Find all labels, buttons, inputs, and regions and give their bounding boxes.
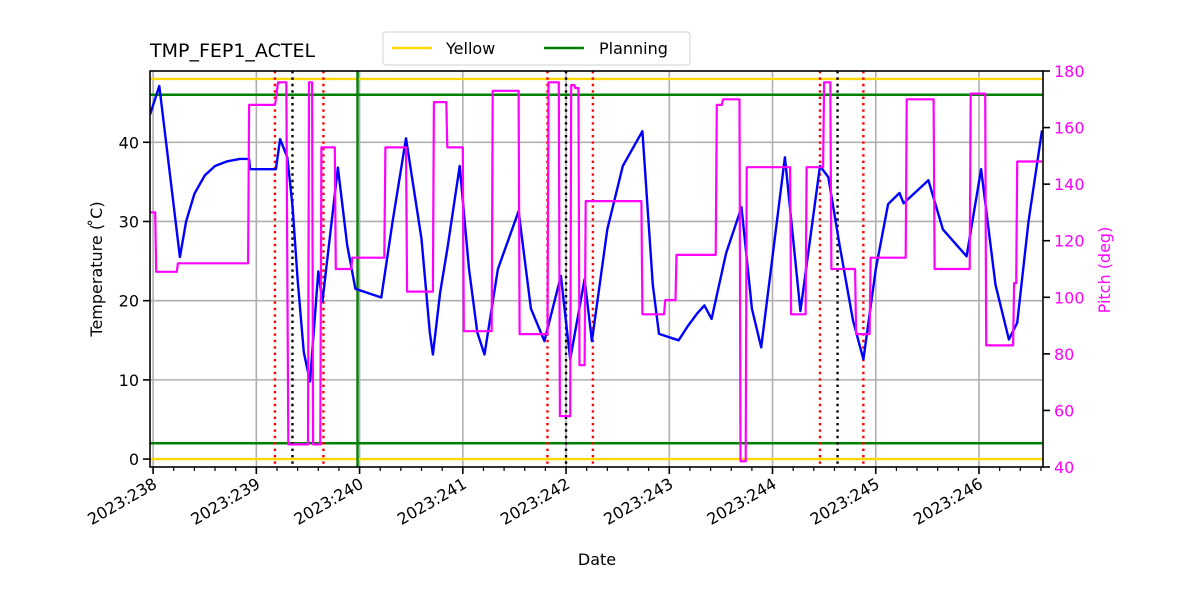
x-tick-label: 2023:238 bbox=[84, 474, 160, 529]
limit-lines bbox=[150, 77, 1043, 461]
x-tick-label: 2023:245 bbox=[807, 474, 883, 529]
y-tick-label: 20 bbox=[119, 292, 139, 311]
y2-tick-label: 80 bbox=[1054, 345, 1074, 364]
grid bbox=[150, 71, 1043, 467]
pitch-line bbox=[150, 81, 1042, 463]
y2-tick-label: 100 bbox=[1054, 288, 1085, 307]
y-tick-label: 0 bbox=[129, 450, 139, 469]
x-tick-label: 2023:243 bbox=[600, 474, 676, 529]
y2-tick-label: 60 bbox=[1054, 401, 1074, 420]
y-tick-label: 30 bbox=[119, 212, 139, 231]
x-tick-label: 2023:246 bbox=[910, 474, 986, 529]
y-axis-right: 40 60 80 100 120 140 160 180 bbox=[1043, 62, 1085, 477]
y-tick-label: 10 bbox=[119, 371, 139, 390]
x-axis-label: Date bbox=[578, 550, 616, 569]
legend-label-planning: Planning bbox=[599, 39, 668, 58]
x-tick-label: 2023:239 bbox=[187, 474, 263, 529]
x-tick-label: 2023:241 bbox=[394, 474, 470, 529]
y2-tick-label: 180 bbox=[1054, 62, 1085, 81]
chart-title: TMP_FEP1_ACTEL bbox=[149, 40, 315, 62]
y2-axis-label: Pitch (deg) bbox=[1095, 227, 1114, 314]
x-tick-label: 2023:242 bbox=[497, 474, 573, 529]
x-tick-label: 2023:240 bbox=[291, 474, 367, 529]
x-tick-label: 2023:244 bbox=[704, 474, 780, 529]
series bbox=[150, 81, 1043, 463]
y-axis-left: 0 10 20 30 40 bbox=[119, 133, 150, 469]
y2-tick-label: 140 bbox=[1054, 175, 1085, 194]
legend-label-yellow: Yellow bbox=[445, 39, 495, 58]
y-tick-label: 40 bbox=[119, 133, 139, 152]
y2-tick-label: 160 bbox=[1054, 119, 1085, 138]
chart: 2023:238 2023:239 2023:240 2023:241 2023:242… bbox=[84, 31, 1114, 569]
y-axis-label: Temperature ( ̊C) bbox=[87, 201, 106, 337]
temperature-line bbox=[150, 84, 1043, 383]
x-axis: 2023:238 2023:239 2023:240 2023:241 2023:242… bbox=[84, 467, 1042, 529]
legend: Yellow Planning bbox=[382, 31, 691, 66]
plot-frame bbox=[149, 70, 1044, 468]
y2-tick-label: 120 bbox=[1054, 232, 1085, 251]
y2-tick-label: 40 bbox=[1054, 458, 1074, 477]
